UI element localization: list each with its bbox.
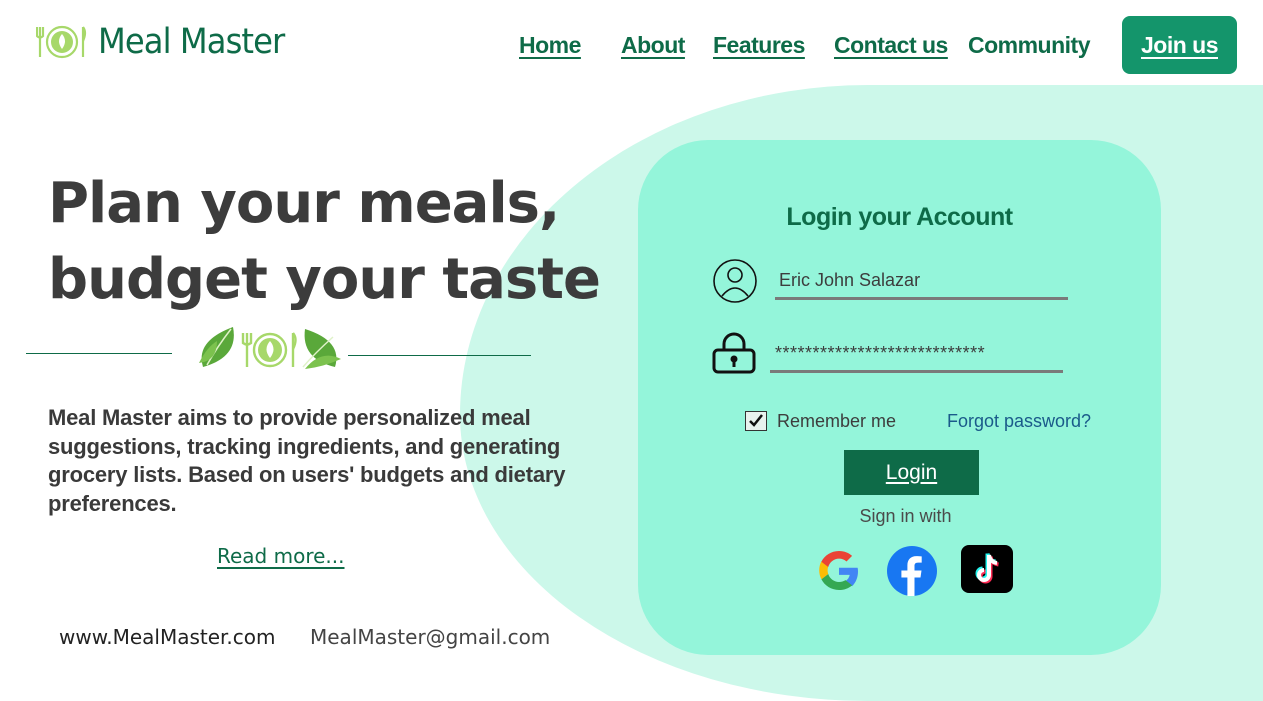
user-icon [713,259,757,303]
hero-title-line1: Plan your meals, [48,171,560,236]
login-button[interactable]: Login [844,450,979,495]
password-field[interactable]: **************************** [775,343,985,364]
divider-right [348,355,531,356]
lock-icon [712,332,756,374]
username-field[interactable]: Eric John Salazar [779,270,920,291]
nav-about[interactable]: About [621,32,685,59]
nav-community[interactable]: Community [968,32,1091,59]
email-text: MealMaster@gmail.com [310,625,551,649]
login-title: Login your Account [786,203,1013,231]
read-more-link[interactable]: Read more... [217,544,345,568]
hero-title: Plan your meals, budget your taste [48,166,601,318]
hero-title-line2: budget your taste [48,247,601,312]
facebook-icon[interactable] [887,546,937,596]
login-card: Login your Account Eric John Salazar ***… [638,140,1161,655]
password-underline [770,370,1063,373]
leaf-plate-decoration-icon [199,327,341,369]
nav-home[interactable]: Home [519,32,581,59]
plate-logo-icon [36,25,87,59]
nav-features[interactable]: Features [713,32,805,59]
hero-description: Meal Master aims to provide personalized… [48,405,566,516]
username-underline [775,297,1068,300]
checkmark-icon [749,414,763,427]
logo-text: Meal Master [98,22,285,62]
remember-checkbox[interactable] [745,411,767,431]
forgot-password-link[interactable]: Forgot password? [947,411,1091,432]
tiktok-icon[interactable] [961,545,1013,593]
website-text: www.MealMaster.com [59,625,276,649]
remember-label: Remember me [777,411,897,431]
divider-left [26,353,172,354]
google-icon[interactable] [816,548,862,594]
sign-in-with-label: Sign in with [859,506,952,526]
logo[interactable]: Meal Master [36,22,301,62]
join-button[interactable]: Join us [1122,16,1237,74]
nav-contact[interactable]: Contact us [834,32,948,59]
